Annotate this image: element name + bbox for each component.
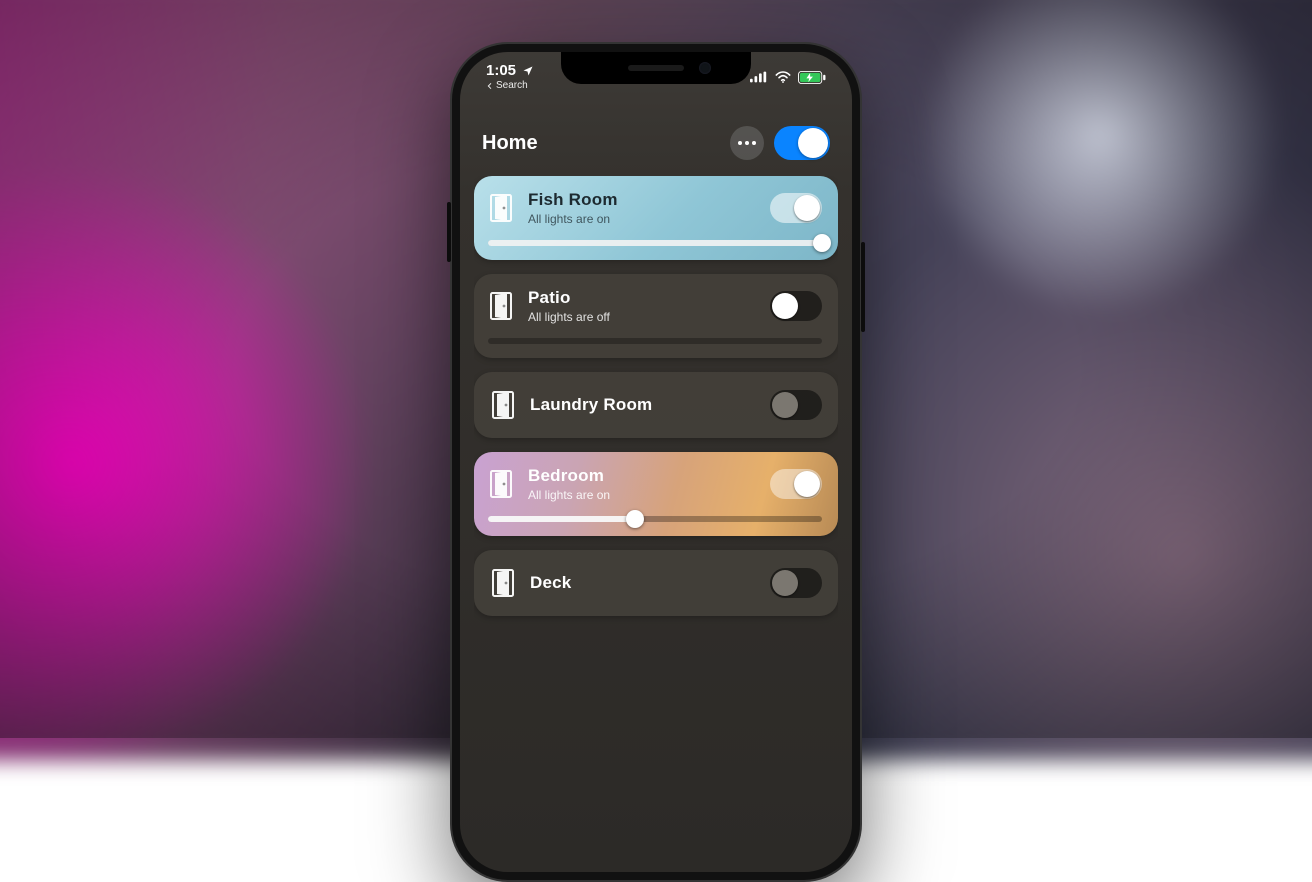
room-toggle-bedroom[interactable]: [770, 469, 822, 499]
door-icon: [488, 470, 514, 498]
master-toggle-knob: [798, 128, 828, 158]
slider-knob[interactable]: [626, 510, 644, 528]
room-row: Bedroom All lights are on: [488, 466, 822, 502]
app-header: Home: [460, 126, 852, 160]
door-icon: [488, 194, 514, 222]
room-name: Deck: [530, 573, 756, 593]
master-toggle[interactable]: [774, 126, 830, 160]
brightness-slider-fish-room[interactable]: [488, 240, 822, 246]
slider-fill: [488, 240, 822, 246]
room-name: Laundry Room: [530, 395, 756, 415]
brightness-slider-bedroom[interactable]: [488, 516, 822, 522]
toggle-knob: [794, 471, 820, 497]
room-card-patio[interactable]: Patio All lights are off: [474, 274, 838, 358]
breadcrumb-back-label: Search: [496, 81, 528, 91]
room-text: Fish Room All lights are on: [528, 190, 756, 226]
room-name: Patio: [528, 288, 756, 308]
room-name: Fish Room: [528, 190, 756, 210]
room-status: All lights are on: [528, 212, 756, 226]
room-list[interactable]: Fish Room All lights are on Patio All light…: [474, 176, 838, 872]
room-status: All lights are off: [528, 310, 756, 324]
room-toggle-patio[interactable]: [770, 291, 822, 321]
toggle-knob: [794, 195, 820, 221]
phone-notch: [561, 52, 751, 84]
door-icon: [490, 391, 516, 419]
slider-fill: [488, 516, 635, 522]
room-card-bedroom[interactable]: Bedroom All lights are on: [474, 452, 838, 536]
room-row: Patio All lights are off: [488, 288, 822, 324]
toggle-knob: [772, 293, 798, 319]
room-card-deck[interactable]: Deck: [474, 550, 838, 616]
room-status: All lights are on: [528, 488, 756, 502]
slider-knob[interactable]: [813, 234, 831, 252]
wifi-icon: [774, 71, 792, 83]
room-row: Deck: [490, 568, 822, 598]
cellular-signal-icon: [750, 71, 768, 83]
status-time: 1:05: [486, 63, 516, 78]
chevron-left-icon: [486, 82, 494, 90]
toggle-knob: [772, 392, 798, 418]
notch-camera: [699, 62, 711, 74]
room-text: Bedroom All lights are on: [528, 466, 756, 502]
page-title: Home: [482, 132, 538, 155]
more-horizontal-icon: [738, 141, 756, 145]
room-text: Patio All lights are off: [528, 288, 756, 324]
door-icon: [490, 569, 516, 597]
phone-screen: 1:05 Search: [460, 52, 852, 872]
room-row: Fish Room All lights are on: [488, 190, 822, 226]
room-toggle-laundry-room[interactable]: [770, 390, 822, 420]
room-text: Laundry Room: [530, 395, 756, 415]
room-row: Laundry Room: [490, 390, 822, 420]
room-toggle-fish-room[interactable]: [770, 193, 822, 223]
room-card-laundry-room[interactable]: Laundry Room: [474, 372, 838, 438]
location-arrow-icon: [522, 65, 534, 77]
notch-speaker: [628, 65, 684, 71]
toggle-knob: [772, 570, 798, 596]
door-icon: [488, 292, 514, 320]
phone-frame: 1:05 Search: [450, 42, 862, 882]
room-text: Deck: [530, 573, 756, 593]
battery-charging-icon: [798, 71, 826, 84]
more-button[interactable]: [730, 126, 764, 160]
room-toggle-deck[interactable]: [770, 568, 822, 598]
brightness-slider-patio[interactable]: [488, 338, 822, 344]
breadcrumb-back[interactable]: Search: [486, 81, 534, 91]
room-name: Bedroom: [528, 466, 756, 486]
room-card-fish-room[interactable]: Fish Room All lights are on: [474, 176, 838, 260]
